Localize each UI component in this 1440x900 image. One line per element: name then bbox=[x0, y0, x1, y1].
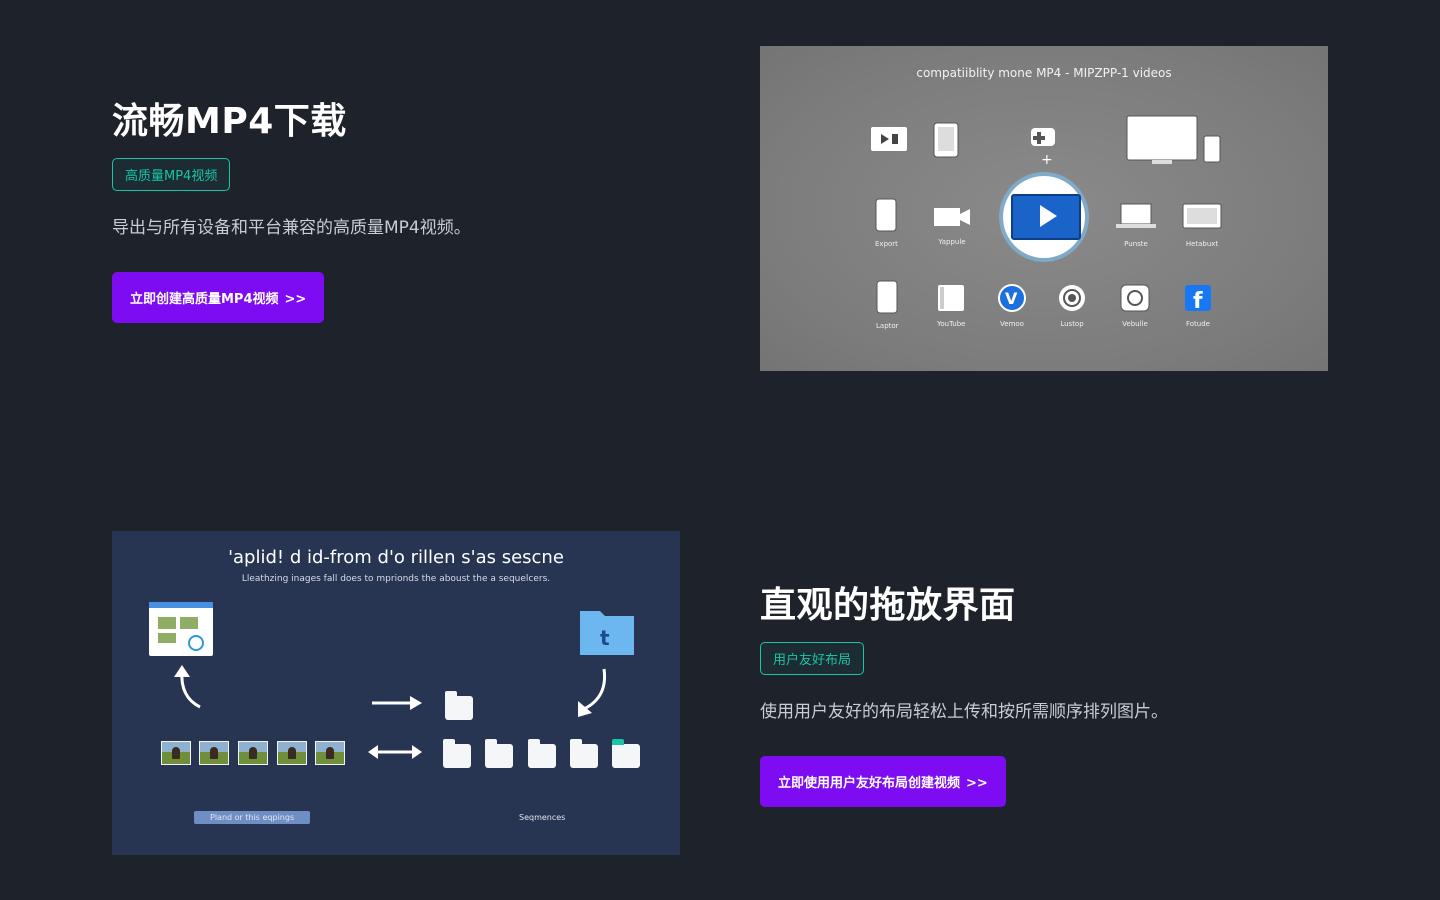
drag-drop-image: 'aplid! d id-from d'o rillen s'as sescne… bbox=[112, 531, 680, 855]
svg-text:t: t bbox=[600, 626, 610, 650]
feature-description: 使用用户友好的布局轻松上传和按所需顺序排列图片。 bbox=[760, 702, 1168, 722]
video-player-icon bbox=[870, 126, 908, 156]
feature-description: 导出与所有设备和平台兼容的高质量MP4视频。 bbox=[112, 218, 471, 238]
feature-drag-drop: 直观的拖放界面 用户友好布局 使用用户友好的布局轻松上传和按所需顺序排列图片。 … bbox=[760, 584, 1360, 807]
phone-icon bbox=[933, 122, 959, 162]
photo-thumbnail[interactable] bbox=[277, 741, 307, 765]
instagram-icon: Vebulle bbox=[1120, 284, 1150, 328]
create-mp4-button[interactable]: 立即创建高质量MP4视频 >> bbox=[112, 272, 325, 323]
folder-icon bbox=[528, 739, 556, 768]
image-subheading: Lleathzing inages fall does to mprionds … bbox=[241, 574, 551, 584]
youtube-icon: YouTube bbox=[937, 284, 965, 328]
cta-label: 立即创建高质量MP4视频 bbox=[130, 292, 279, 307]
upload-folder-icon: t bbox=[578, 603, 636, 661]
vimeo-icon: V Vemoo bbox=[998, 284, 1026, 328]
curved-arrow-up-icon bbox=[170, 663, 210, 715]
camera-icon: Yappule bbox=[932, 206, 972, 246]
feature-tag: 高质量MP4视频 bbox=[112, 158, 231, 191]
cta-arrows: >> bbox=[966, 776, 988, 791]
photo-thumbnail[interactable] bbox=[199, 741, 229, 765]
folder-icon bbox=[485, 739, 513, 768]
monitor-icon bbox=[1126, 114, 1222, 172]
sequences-label: Seqmences bbox=[519, 813, 566, 822]
arrow-both-icon bbox=[366, 744, 424, 764]
svg-text:V: V bbox=[1005, 289, 1018, 308]
feature-mp4-download: 流畅MP4下载 高质量MP4视频 导出与所有设备和平台兼容的高质量MP4视频。 … bbox=[112, 100, 712, 323]
arrow-right-icon bbox=[370, 695, 424, 715]
export-phone-icon: Export bbox=[875, 198, 898, 248]
photo-thumbnail[interactable] bbox=[161, 741, 191, 765]
camera-lens-icon: Lustop bbox=[1058, 284, 1086, 328]
feature-tag: 用户友好布局 bbox=[760, 642, 865, 675]
folder-icon bbox=[445, 691, 473, 720]
cta-arrows: >> bbox=[284, 292, 307, 307]
folder-icon bbox=[570, 739, 598, 768]
image-caption: compatiiblity mone MP4 - MIPZPP-1 videos bbox=[916, 66, 1172, 80]
sequence-source-label: Pland or this eqpings bbox=[194, 811, 311, 824]
svg-text:f: f bbox=[1193, 289, 1203, 312]
cta-label: 立即使用用户友好布局创建视频 bbox=[778, 776, 961, 791]
play-icon bbox=[1003, 176, 1085, 258]
laptor-phone-icon: Laptor bbox=[876, 280, 899, 330]
gamepad-icon: + bbox=[1027, 122, 1063, 170]
image-heading: 'aplid! d id-from d'o rillen s'as sescne bbox=[228, 547, 564, 568]
curved-arrow-down-icon bbox=[574, 667, 614, 723]
gallery-window-icon bbox=[148, 601, 214, 661]
facebook-icon: f Fotude bbox=[1184, 284, 1212, 328]
device-compatibility-image: compatiiblity mone MP4 - MIPZPP-1 videos… bbox=[760, 46, 1328, 371]
create-video-button[interactable]: 立即使用用户友好布局创建视频 >> bbox=[760, 756, 1006, 807]
photo-thumbnail[interactable] bbox=[238, 741, 268, 765]
laptop-icon: Punste bbox=[1115, 202, 1157, 248]
photo-folder-icon bbox=[612, 739, 640, 768]
svg-text:+: + bbox=[1041, 152, 1053, 166]
folder-icon bbox=[443, 739, 471, 768]
display-icon: Hetabuxt bbox=[1181, 202, 1223, 248]
feature-title: 流畅MP4下载 bbox=[112, 101, 347, 142]
feature-title: 直观的拖放界面 bbox=[760, 585, 1016, 626]
photo-thumbnail[interactable] bbox=[315, 741, 345, 765]
